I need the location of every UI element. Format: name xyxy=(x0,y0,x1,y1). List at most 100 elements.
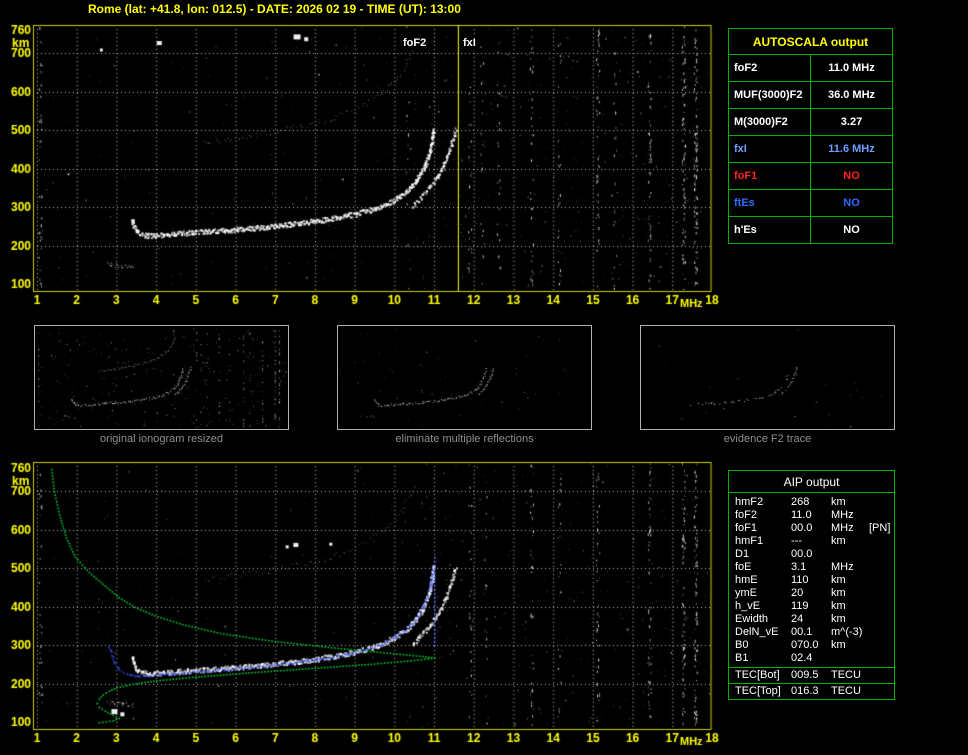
aip-table-row: foF2 11.0 MHz xyxy=(729,509,894,522)
parameter-value: --- xyxy=(791,535,802,547)
parameter-value: 119 xyxy=(791,600,809,612)
aip-table-row: foE 3.1 MHz xyxy=(729,561,894,574)
aip-table-row: h_vE 119 km xyxy=(729,600,894,613)
parameter-unit: km xyxy=(831,613,846,625)
parameter-unit: MHz xyxy=(831,522,854,534)
parameter-value: 20 xyxy=(791,587,804,599)
autoscala-table-row: M(3000)F2 3.27 xyxy=(729,109,892,136)
parameter-name: Ewidth xyxy=(735,613,769,625)
thumbnail-caption-f2-trace: evidence F2 trace xyxy=(723,433,812,445)
parameter-name: hmF1 xyxy=(735,535,764,547)
parameter-name: DelN_vE xyxy=(735,626,779,638)
parameter-value: 02.4 xyxy=(791,652,813,664)
parameter-name: h'Es xyxy=(729,217,811,243)
parameter-value: 268 xyxy=(791,496,810,508)
parameter-unit: MHz xyxy=(831,509,854,521)
parameter-unit: km xyxy=(831,600,846,612)
parameter-value: NO xyxy=(843,197,860,209)
parameter-extra xyxy=(869,600,894,613)
parameter-value: 36.0 MHz xyxy=(827,89,876,101)
aip-table-row: hmE 110 km xyxy=(729,574,894,587)
parameter-extra xyxy=(869,509,894,522)
aip-table-row: ymE 20 km xyxy=(729,587,894,600)
aip-table-row: D1 00.0 xyxy=(729,548,894,561)
tec-unit: TECU xyxy=(831,685,861,697)
parameter-value: 11.6 MHz xyxy=(828,143,875,155)
aip-table-row: B1 02.4 xyxy=(729,652,894,665)
aip-table-title: AIP output xyxy=(729,471,894,493)
autoscala-table-row: foF1 NO xyxy=(729,163,892,190)
parameter-name: foE xyxy=(735,561,752,573)
aip-table-row: hmF2 268 km xyxy=(729,496,894,509)
autoscala-table-row: h'Es NO xyxy=(729,217,892,243)
aip-table-row: B0 070.0 km xyxy=(729,639,894,652)
thumbnail-multiple-reflections xyxy=(337,325,592,430)
parameter-name: hmF2 xyxy=(735,496,764,508)
parameter-extra: [PN] xyxy=(869,522,891,534)
parameter-value: 00.0 xyxy=(791,522,813,534)
aip-table-row: Ewidth 24 km xyxy=(729,613,894,626)
tec-unit: TECU xyxy=(831,669,861,681)
parameter-value: 24 xyxy=(791,613,804,625)
autoscala-table-row: foF2 11.0 MHz xyxy=(729,55,892,82)
thumbnail-multiple-reflections-canvas xyxy=(337,325,592,430)
parameter-unit: km xyxy=(831,535,846,547)
aip-table-row: DelN_vE 00.1 m^(-3) xyxy=(729,626,894,639)
parameter-value: 00.0 xyxy=(791,548,813,560)
thumbnail-caption-original: original ionogram resized xyxy=(100,433,223,445)
parameter-value: NO xyxy=(843,170,860,182)
parameter-unit: km xyxy=(831,639,846,651)
tec-row: TEC[Top] 016.3 TECU xyxy=(729,683,894,699)
parameter-name: foF2 xyxy=(729,55,811,81)
thumbnail-f2-trace xyxy=(640,325,895,430)
fxI-annotation-label: fxI xyxy=(460,36,479,50)
autoscala-table-title: AUTOSCALA output xyxy=(729,29,892,55)
parameter-name: foF1 xyxy=(735,522,758,534)
parameter-extra xyxy=(869,652,894,665)
tec-value: 009.5 xyxy=(791,669,819,681)
thumbnail-original-ionogram xyxy=(34,325,289,430)
parameter-value: 00.1 xyxy=(791,626,813,638)
parameter-unit xyxy=(831,652,869,665)
aip-table-rows: hmF2 268 km foF2 11.0 MHz foF1 00.0 MHz … xyxy=(729,493,894,667)
autoscala-table-rows: foF2 11.0 MHz MUF(3000)F2 36.0 MHz M(300… xyxy=(729,55,892,243)
parameter-unit: km xyxy=(831,587,846,599)
parameter-name: ymE xyxy=(735,587,757,599)
parameter-name: M(3000)F2 xyxy=(729,109,811,135)
parameter-extra xyxy=(869,574,894,587)
parameter-name: B0 xyxy=(735,639,749,651)
parameter-name: foF1 xyxy=(729,163,811,189)
foF2-annotation-label: foF2 xyxy=(400,36,430,50)
parameter-extra xyxy=(869,587,894,600)
thumbnail-original-canvas xyxy=(34,325,289,430)
tec-row: TEC[Bot] 009.5 TECU xyxy=(729,667,894,683)
parameter-extra xyxy=(869,548,894,561)
parameter-name: D1 xyxy=(735,548,750,560)
parameter-name: h_vE xyxy=(735,600,761,612)
parameter-value: 3.27 xyxy=(840,116,863,128)
parameter-name: ftEs xyxy=(729,190,811,216)
parameter-value: 11.0 xyxy=(791,509,812,521)
parameter-value: 11.0 MHz xyxy=(828,62,875,74)
parameter-name: fxI xyxy=(729,136,811,162)
parameter-name: hmE xyxy=(735,574,758,586)
autoscala-table-row: fxI 11.6 MHz xyxy=(729,136,892,163)
parameter-name: foF2 xyxy=(735,509,758,521)
aip-output-table: AIP output hmF2 268 km foF2 11.0 MHz foF… xyxy=(728,470,895,700)
thumbnail-caption-multiple-reflections: eliminate multiple reflections xyxy=(395,433,534,445)
parameter-extra xyxy=(869,496,894,509)
parameter-extra xyxy=(869,639,894,652)
autoscala-output-table: AUTOSCALA output foF2 11.0 MHz MUF(3000)… xyxy=(728,28,893,244)
parameter-value: 070.0 xyxy=(791,639,819,651)
bottom-ionogram-plot xyxy=(0,455,725,755)
aip-table-row: foF1 00.0 MHz [PN] xyxy=(729,522,894,535)
parameter-extra xyxy=(869,535,894,548)
parameter-unit: km xyxy=(831,574,846,586)
autoscala-table-row: MUF(3000)F2 36.0 MHz xyxy=(729,82,892,109)
parameter-unit: MHz xyxy=(831,561,854,573)
autoscala-table-row: ftEs NO xyxy=(729,190,892,217)
top-ionogram-plot xyxy=(0,0,725,316)
thumbnail-f2-trace-canvas xyxy=(640,325,895,430)
aip-tec-rows: TEC[Bot] 009.5 TECU TEC[Top] 016.3 TECU xyxy=(729,667,894,699)
parameter-value: 110 xyxy=(791,574,809,586)
